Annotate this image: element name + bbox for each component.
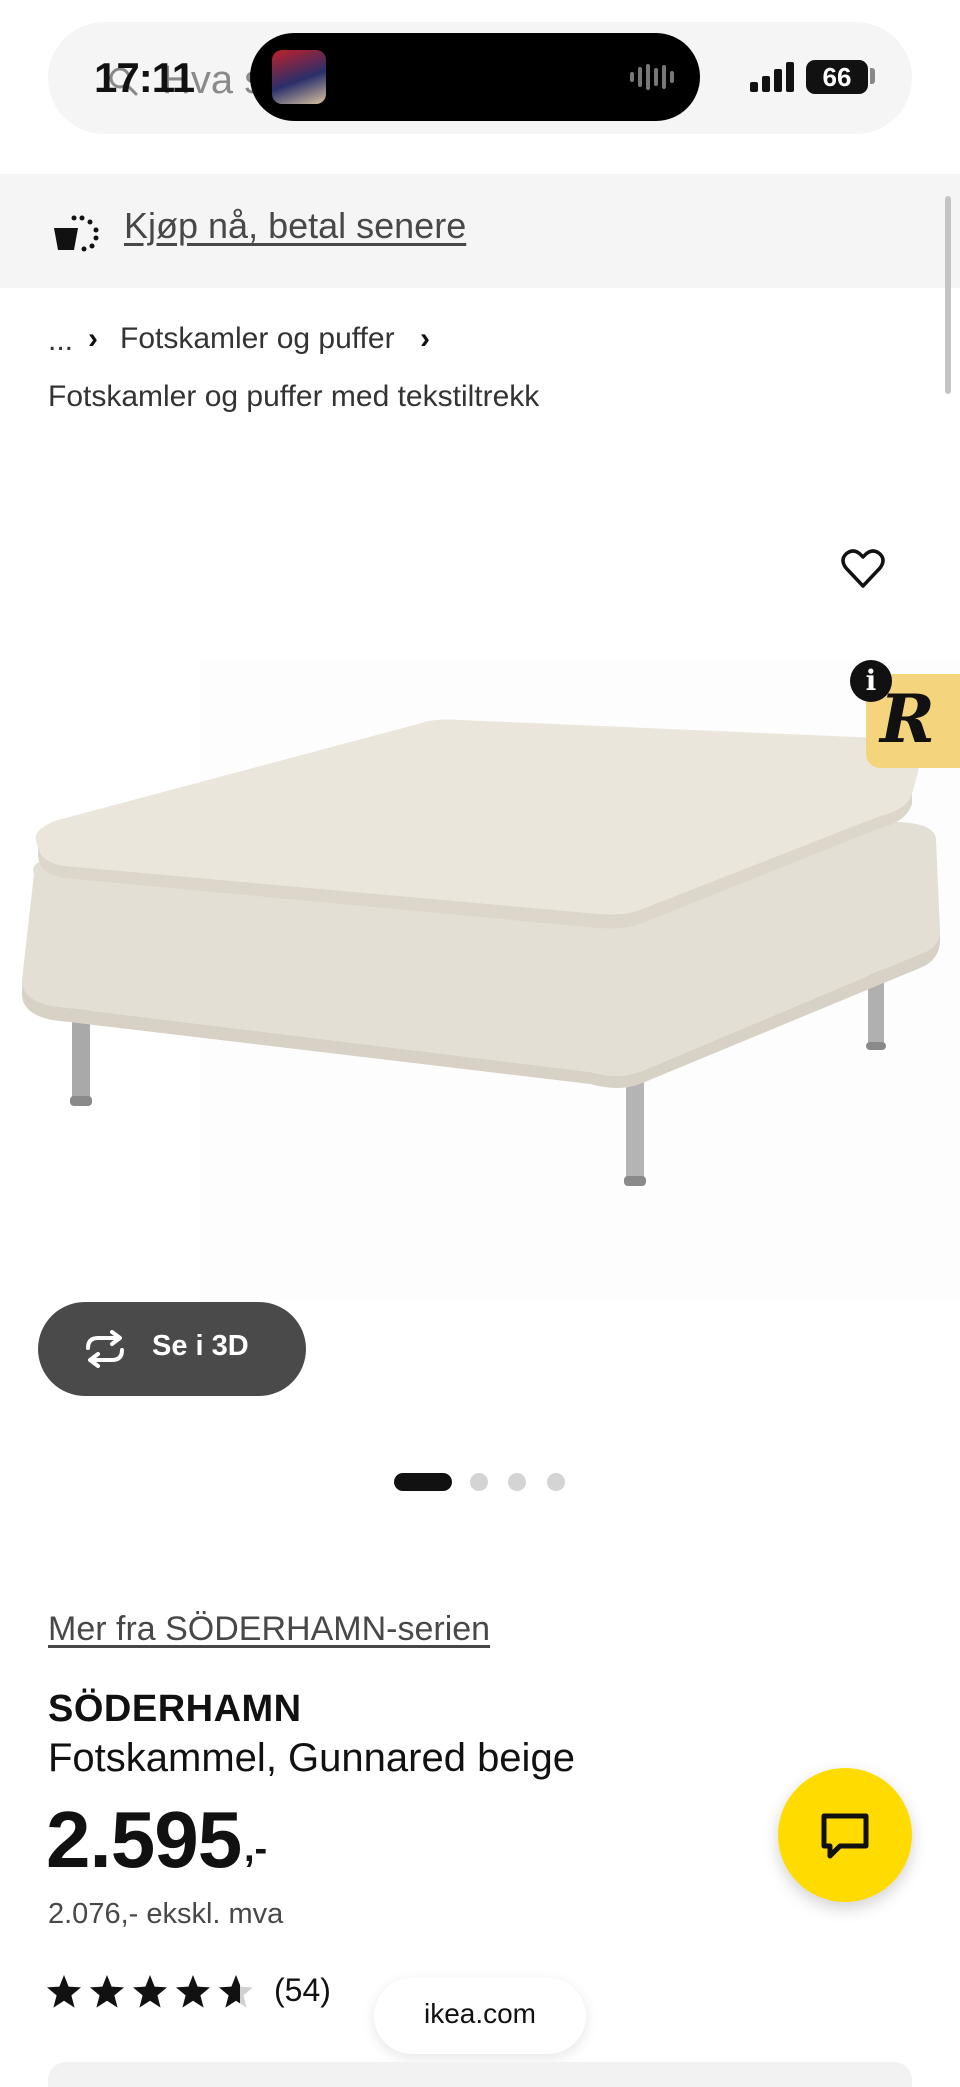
price-suffix: ,- bbox=[244, 1828, 268, 1870]
battery-tip bbox=[870, 68, 875, 84]
battery-indicator: 66 bbox=[806, 60, 868, 94]
carousel-dot[interactable] bbox=[508, 1473, 526, 1491]
breadcrumb-chevron-icon: › bbox=[88, 322, 98, 355]
carousel-dot[interactable] bbox=[547, 1473, 565, 1491]
carousel-dot[interactable] bbox=[470, 1473, 488, 1491]
chat-icon bbox=[821, 1813, 869, 1859]
product-description: Fotskammel, Gunnared beige bbox=[48, 1736, 575, 1780]
now-playing-artwork bbox=[272, 50, 326, 104]
breadcrumb-ellipsis[interactable]: ... bbox=[48, 324, 73, 358]
cellular-signal-icon bbox=[750, 62, 794, 92]
info-icon[interactable]: i bbox=[850, 660, 892, 702]
next-section-card bbox=[48, 2062, 912, 2087]
audio-wave-icon bbox=[630, 64, 674, 90]
product-image[interactable] bbox=[0, 460, 960, 1300]
heart-icon[interactable] bbox=[840, 546, 886, 592]
status-time: 17:11 bbox=[94, 54, 195, 101]
carousel-dot-active[interactable] bbox=[394, 1473, 452, 1491]
shopping-bag-icon bbox=[54, 215, 99, 252]
price-ex-vat: 2.076,- ekskl. mva bbox=[48, 1898, 284, 1930]
breadcrumb-chevron-icon: › bbox=[420, 322, 430, 355]
browser-url: ikea.com bbox=[423, 1998, 537, 2029]
product-name: SÖDERHAMN bbox=[48, 1688, 302, 1730]
rotate-3d-icon bbox=[86, 1330, 124, 1368]
page-scrollbar[interactable] bbox=[945, 196, 951, 394]
breadcrumb-subcategory[interactable]: Fotskamler og puffer med tekstiltrekk bbox=[48, 380, 539, 414]
price: 2.595 bbox=[46, 1795, 242, 1884]
view-3d-label: Se i 3D bbox=[152, 1330, 249, 1362]
series-link[interactable]: Mer fra SÖDERHAMN-serien bbox=[48, 1610, 490, 1649]
breadcrumb-category[interactable]: Fotskamler og puffer bbox=[120, 322, 395, 356]
rating-stars[interactable] bbox=[46, 1974, 252, 2010]
review-count[interactable]: (54) bbox=[274, 1972, 331, 2009]
pay-later-link[interactable]: Kjøp nå, betal senere bbox=[124, 205, 466, 247]
